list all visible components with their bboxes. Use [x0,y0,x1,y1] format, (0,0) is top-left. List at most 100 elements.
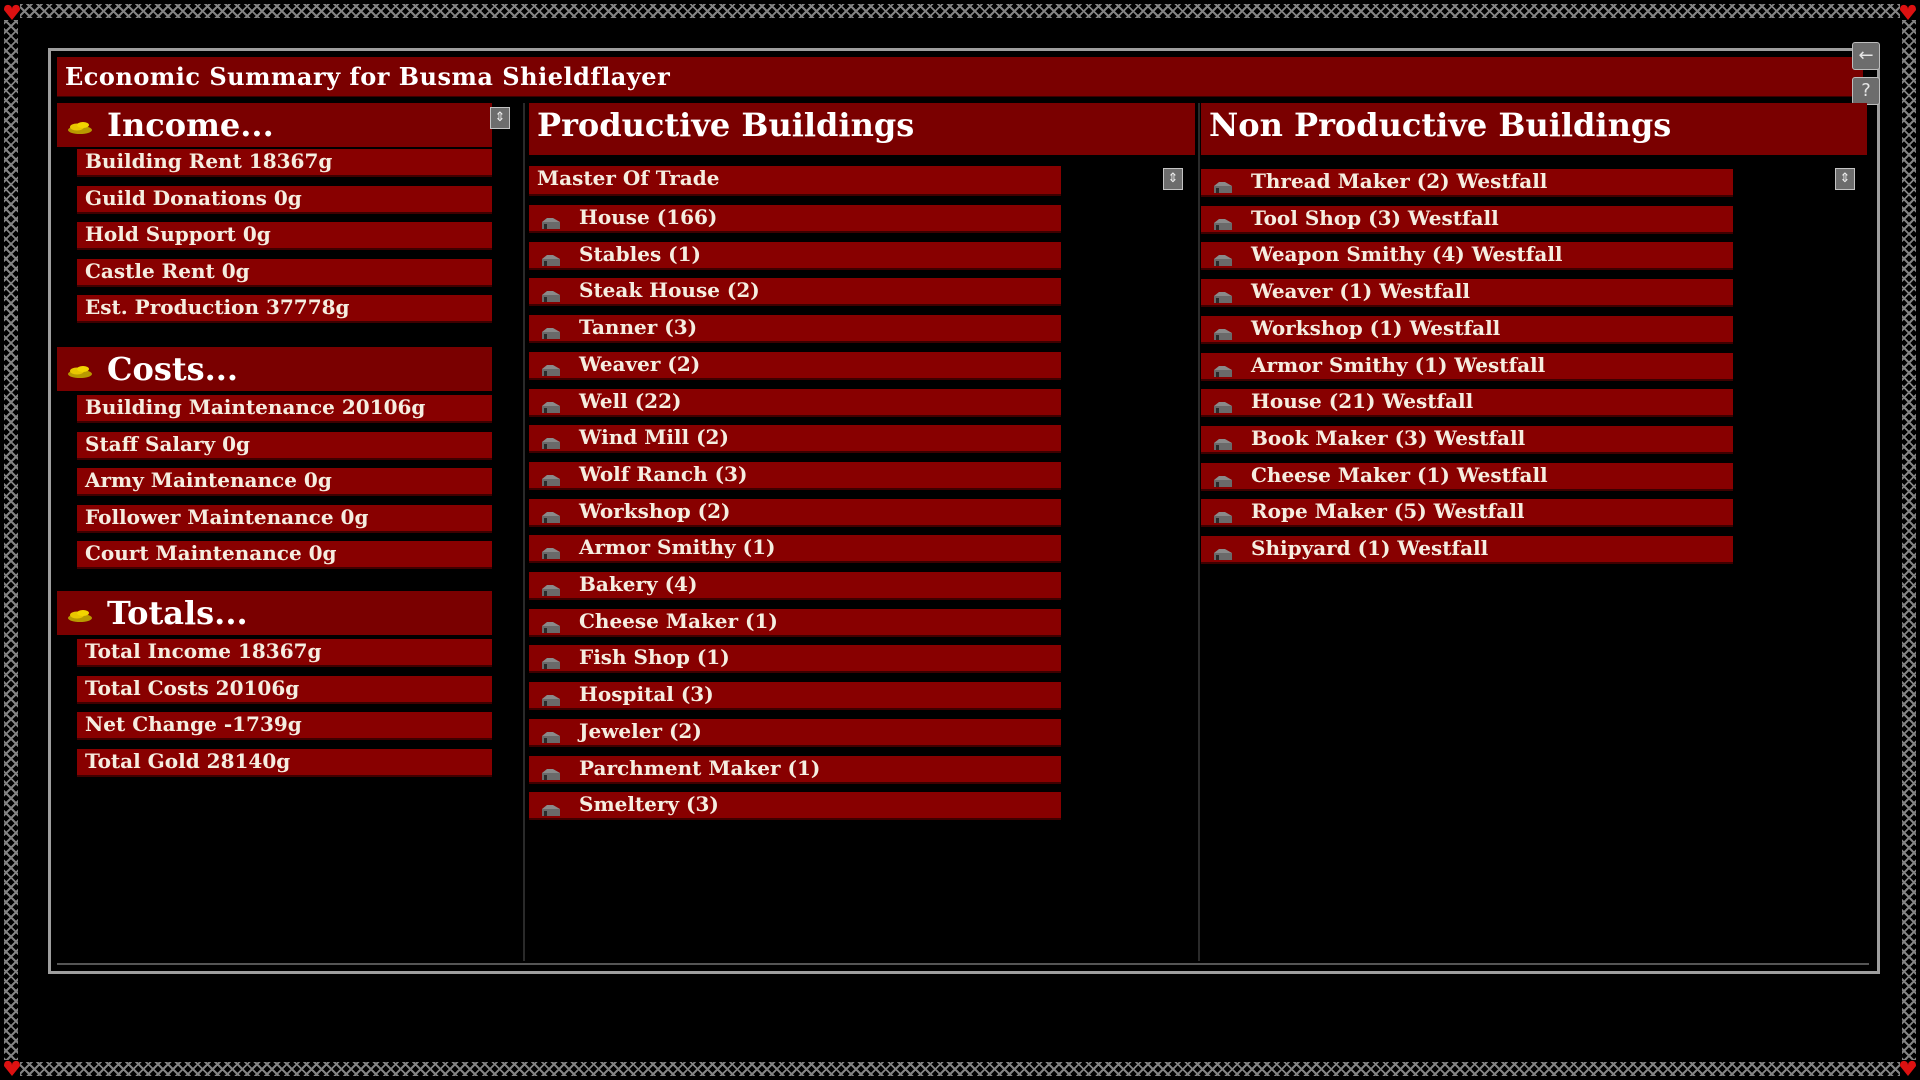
nonproductive-building-row[interactable]: Rope Maker (5) Westfall [1201,499,1733,528]
building-icon [541,358,561,376]
nonproductive-header-label: Non Productive Buildings [1209,106,1672,144]
productive-building-row[interactable]: Tanner (3) [529,315,1061,344]
costs-item[interactable]: Staff Salary 0g [77,431,492,460]
income-item-label: Building Rent 18367g [85,149,333,173]
building-icon [1213,285,1233,304]
productive-building-row[interactable]: Fish Shop (1) [529,645,1061,674]
costs-section-header[interactable]: Costs... [57,347,492,391]
productive-building-label: Tanner (3) [579,315,698,340]
productive-buildings-column: Productive Buildings Master Of Trade House… [529,103,1195,961]
building-icon [1213,469,1233,487]
income-item[interactable]: Hold Support 0g [77,222,492,251]
costs-item-label: Building Maintenance 20106g [85,395,426,419]
totals-header-label: Totals... [107,594,248,632]
heart-corner-icon [1898,2,1918,22]
column-divider [523,103,525,961]
totals-item[interactable]: Total Income 18367g [77,639,492,667]
nonproductive-building-row[interactable]: Thread Maker (2) Westfall [1201,169,1733,197]
back-button[interactable]: ← [1852,42,1880,70]
productive-scroll-button[interactable]: ⇕ [1163,168,1183,190]
building-icon [541,431,561,450]
nonproductive-building-label: Rope Maker (5) Westfall [1251,499,1525,524]
income-item-label: Est. Production 37778g [85,295,350,320]
totals-item[interactable]: Total Costs 20106g [77,675,492,704]
costs-item[interactable]: Building Maintenance 20106g [77,395,492,423]
productive-building-label: Cheese Maker (1) [579,608,778,633]
income-item[interactable]: Guild Donations 0g [77,185,492,214]
building-icon [1213,395,1233,414]
productive-building-row[interactable]: Steak House (2) [529,278,1061,307]
productive-building-label: Armor Smithy (1) [579,535,776,560]
building-icon [541,651,561,670]
income-item[interactable]: Building Rent 18367g [77,149,492,177]
building-icon [541,211,561,229]
back-arrow-icon: ← [1858,45,1874,66]
nonproductive-building-label: Cheese Maker (1) Westfall [1251,462,1548,487]
costs-item[interactable]: Court Maintenance 0g [77,541,492,570]
productive-building-row[interactable]: Hospital (3) [529,682,1061,711]
costs-item[interactable]: Follower Maintenance 0g [77,504,492,533]
building-icon [541,395,561,413]
nonproductive-building-row[interactable]: Weaver (1) Westfall [1201,279,1733,308]
nonproductive-building-label: Weaver (1) Westfall [1251,279,1470,304]
income-section-header[interactable]: Income... [57,103,492,147]
productive-building-row[interactable]: Armor Smithy (1) [529,535,1061,564]
totals-item[interactable]: Net Change -1739g [77,712,492,741]
productive-building-row[interactable]: Wind Mill (2) [529,425,1061,454]
master-of-trade-row[interactable]: Master Of Trade [529,166,1061,196]
nonproductive-building-row[interactable]: Workshop (1) Westfall [1201,315,1733,344]
productive-building-row[interactable]: Cheese Maker (1) [529,608,1061,637]
income-item-label: Guild Donations 0g [85,185,302,210]
costs-item-label: Follower Maintenance 0g [85,504,369,529]
productive-building-row[interactable]: House (166) [529,205,1061,233]
nonproductive-building-label: Thread Maker (2) Westfall [1251,169,1548,193]
building-icon [1213,212,1233,230]
nonproductive-building-row[interactable]: Tool Shop (3) Westfall [1201,205,1733,234]
building-icon [541,248,561,266]
nonproductive-building-row[interactable]: Cheese Maker (1) Westfall [1201,462,1733,491]
bottom-chain-border [20,1062,1900,1076]
building-icon [1213,322,1233,340]
productive-building-row[interactable]: Weaver (2) [529,351,1061,380]
income-item[interactable]: Est. Production 37778g [77,295,492,324]
building-icon [541,615,561,633]
building-icon [541,578,561,596]
nonproductive-building-row[interactable]: Weapon Smithy (4) Westfall [1201,242,1733,271]
productive-buildings-header: Productive Buildings [529,103,1195,155]
productive-building-row[interactable]: Smeltery (3) [529,792,1061,821]
productive-building-row[interactable]: Workshop (2) [529,498,1061,527]
building-icon [1213,359,1233,377]
productive-building-label: Steak House (2) [579,278,760,303]
gold-coins-icon [67,607,93,622]
costs-item[interactable]: Army Maintenance 0g [77,468,492,497]
productive-building-row[interactable]: Jeweler (2) [529,718,1061,747]
nonproductive-building-row[interactable]: Armor Smithy (1) Westfall [1201,352,1733,381]
productive-building-label: Parchment Maker (1) [579,755,821,780]
productive-building-row[interactable]: Wolf Ranch (3) [529,461,1061,490]
nonproductive-buildings-column: Non Productive Buildings Thread Maker (2)… [1201,103,1867,961]
productive-building-label: Well (22) [579,388,682,413]
building-icon [541,321,561,340]
income-item[interactable]: Castle Rent 0g [77,258,492,287]
productive-building-row[interactable]: Stables (1) [529,241,1061,270]
nonproductive-building-row[interactable]: Shipyard (1) Westfall [1201,536,1733,564]
income-item-label: Hold Support 0g [85,222,271,247]
productive-building-label: Stables (1) [579,241,702,266]
productive-building-label: Wind Mill (2) [579,425,729,450]
building-icon [541,725,561,743]
nonproductive-scroll-button[interactable]: ⇕ [1835,168,1855,190]
nonproductive-building-row[interactable]: House (21) Westfall [1201,389,1733,418]
productive-building-label: Hospital (3) [579,682,714,707]
income-header-label: Income... [107,106,274,144]
nonproductive-building-row[interactable]: Book Maker (3) Westfall [1201,425,1733,454]
nonproductive-buildings-header: Non Productive Buildings [1201,103,1867,155]
left-scroll-button[interactable]: ⇕ [490,107,510,129]
productive-building-row[interactable]: Well (22) [529,388,1061,417]
productive-building-row[interactable]: Bakery (4) [529,572,1061,600]
right-chain-border [1902,20,1916,1060]
help-icon: ? [1861,80,1871,101]
help-button[interactable]: ? [1852,77,1880,105]
productive-building-row[interactable]: Parchment Maker (1) [529,755,1061,784]
totals-item[interactable]: Total Gold 28140g [77,748,492,777]
totals-section-header[interactable]: Totals... [57,591,492,635]
